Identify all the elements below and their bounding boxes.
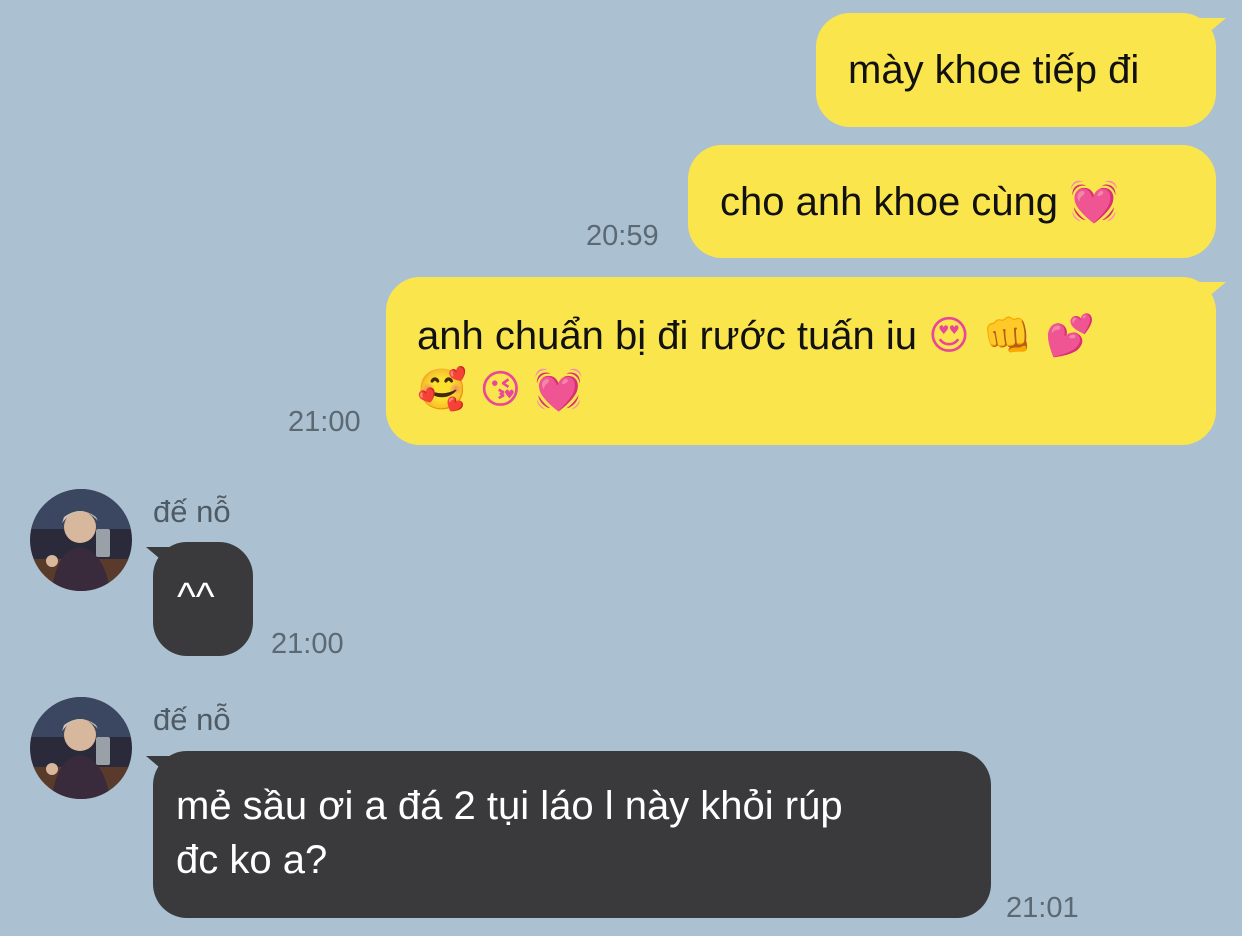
bubble-tail <box>1200 18 1226 40</box>
avatar-image <box>30 489 132 591</box>
message-text: cho anh khoe cùng <box>720 180 1059 224</box>
message-timestamp: 21:01 <box>1006 892 1079 924</box>
message-text: mày khoe tiếp đi <box>848 48 1140 92</box>
sender-name: đế nỗ <box>153 702 231 737</box>
beating-heart-icon: 💓 <box>1069 179 1119 225</box>
sender-name: đế nỗ <box>153 494 231 529</box>
outgoing-message-bubble[interactable]: mày khoe tiếp đi <box>816 13 1216 127</box>
message-text-line: đc ko a? <box>176 838 328 882</box>
incoming-message-bubble[interactable]: ^^ <box>153 542 253 656</box>
message-text: ^^ <box>177 575 215 619</box>
avatar[interactable] <box>30 489 132 591</box>
avatar[interactable] <box>30 697 132 799</box>
outgoing-message-bubble[interactable]: anh chuẩn bị đi rước tuấn iu 😍 👊 💕 🥰 😘 💓 <box>386 277 1216 445</box>
bubble-tail <box>1200 282 1226 304</box>
emoji-row: 😍 👊 💕 <box>928 313 1095 359</box>
message-timestamp: 20:59 <box>586 220 659 252</box>
message-timestamp: 21:00 <box>271 628 344 660</box>
avatar-image <box>30 697 132 799</box>
outgoing-message-bubble[interactable]: cho anh khoe cùng 💓 <box>688 145 1216 258</box>
incoming-message-bubble[interactable]: mẻ sầu ơi a đá 2 tụi láo l này khỏi rúp … <box>153 751 991 918</box>
message-timestamp: 21:00 <box>288 406 361 438</box>
message-text: anh chuẩn bị đi rước tuấn iu <box>417 314 917 358</box>
message-text-line: mẻ sầu ơi a đá 2 tụi láo l này khỏi rúp <box>176 784 843 828</box>
emoji-row: 🥰 😘 💓 <box>417 367 584 413</box>
